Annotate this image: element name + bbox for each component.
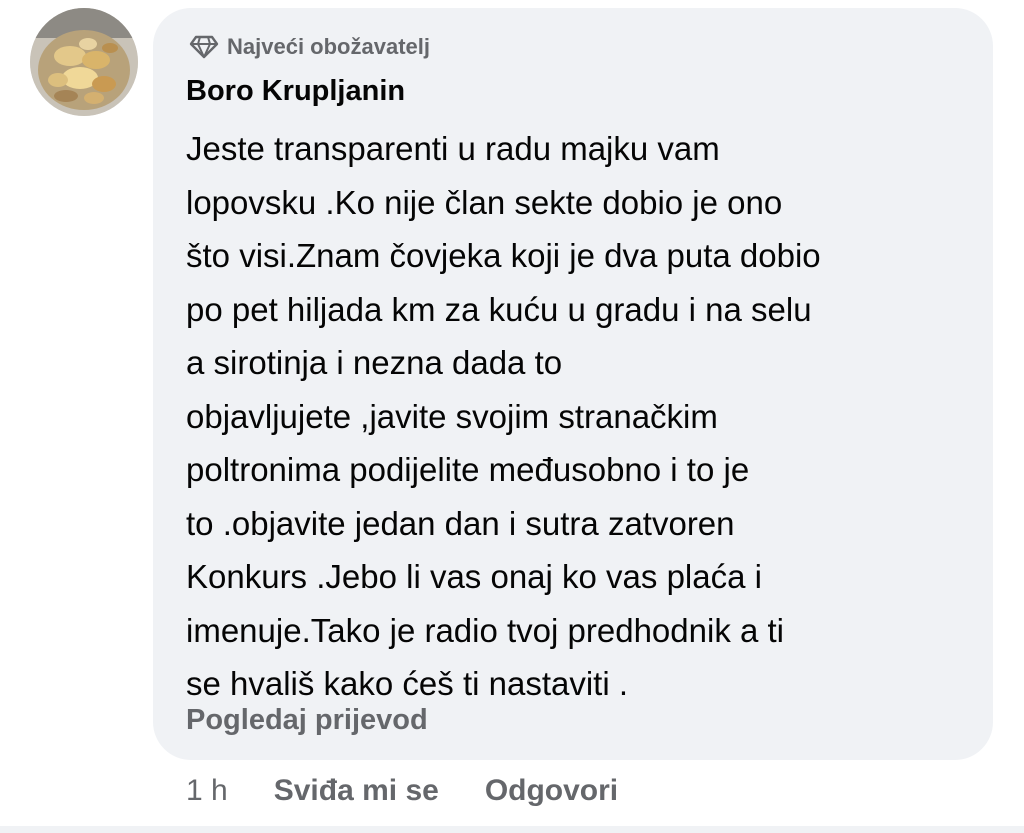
comment-text-line: se hvališ kako ćeš ti nastaviti . — [186, 665, 629, 702]
comment-author[interactable]: Boro Krupljanin — [186, 75, 405, 108]
comment-text-line: a sirotinja i nezna dada to — [186, 344, 563, 381]
comment-text-line: Jeste transparenti u radu majku vam — [186, 130, 720, 167]
comment-text-line: to .objavite jedan dan i sutra zatvoren — [186, 504, 735, 542]
avatar[interactable] — [30, 8, 138, 116]
comment-bubble: Najveći obožavatelj Boro Krupljanin Jest… — [153, 8, 993, 760]
comment-text: Jeste transparenti u radu majku vam lopo… — [186, 122, 976, 711]
see-translation-link[interactable]: Pogledaj prijevod — [186, 704, 428, 737]
diamond-icon — [189, 35, 219, 59]
comment-text-line: što visi.Znam čovjeka koji je dva puta d… — [186, 237, 821, 274]
comment-timestamp: 1 h — [186, 774, 228, 807]
like-button[interactable]: Sviđa mi se — [274, 774, 439, 808]
bottom-divider — [0, 826, 1024, 833]
comment-actions: 1 h Sviđa mi se Odgovori — [186, 774, 618, 808]
reply-button[interactable]: Odgovori — [485, 774, 618, 808]
comment-text-line: lopovsku .Ko nije član sekte dobio je on… — [186, 183, 783, 221]
comment-screen: Najveći obožavatelj Boro Krupljanin Jest… — [0, 0, 1024, 833]
comment-text-line: po pet hiljada km za kuću u gradu i na s… — [186, 290, 812, 328]
comment-text-line: poltronima podijelite međusobno i to je — [186, 451, 750, 488]
comment-text-line: objavljujete ,javite svojim stranačkim — [186, 397, 718, 435]
comment-text-line: Konkurs .Jebo li vas onaj ko vas plaća i — [186, 558, 762, 595]
badge-label: Najveći obožavatelj — [227, 34, 430, 59]
comment-text-line: imenuje.Tako je radio tvoj predhodnik a … — [186, 611, 785, 649]
avatar-photo-icon — [30, 8, 138, 116]
top-fan-badge[interactable]: Najveći obožavatelj — [189, 34, 430, 60]
